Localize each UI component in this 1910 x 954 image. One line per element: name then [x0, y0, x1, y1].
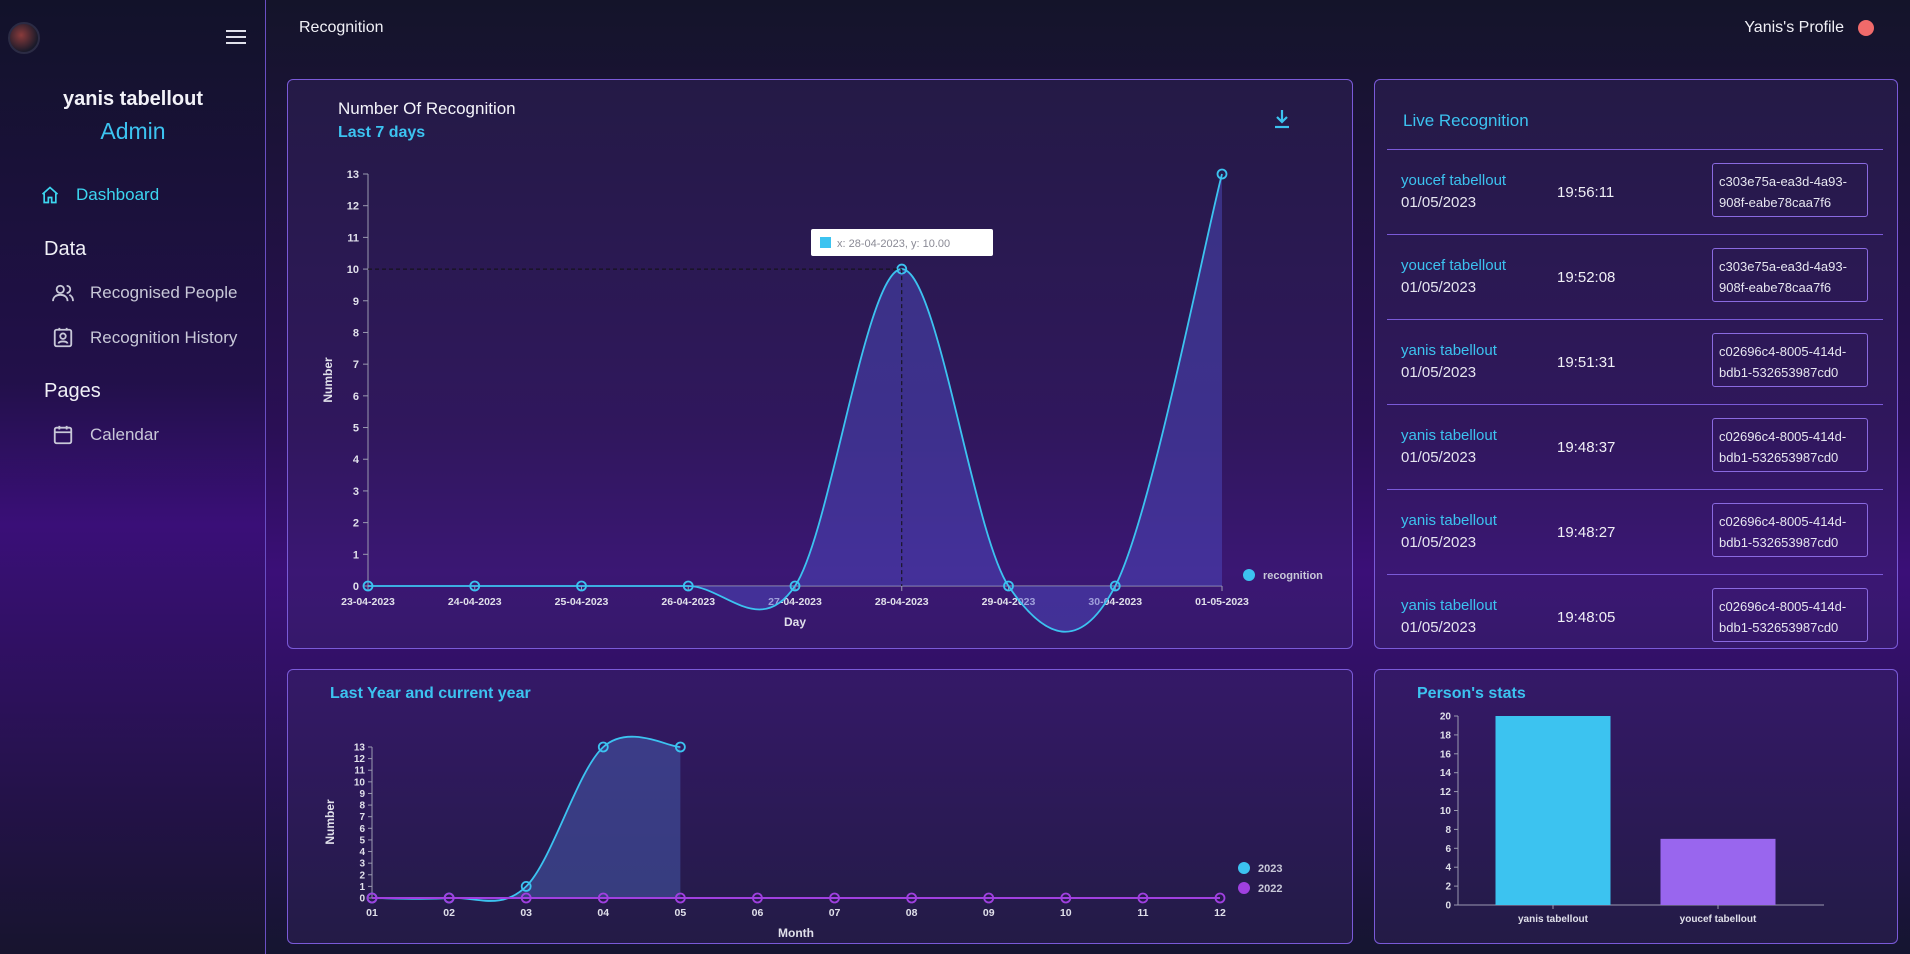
section-pages: Pages — [44, 380, 101, 402]
recognition-id-line: c02696c4-8005-414d- — [1719, 599, 1847, 614]
recognition-id-line: bdb1-532653987cd0 — [1719, 620, 1839, 635]
sidebar-item-calendar[interactable]: Calendar — [52, 424, 159, 446]
user-name: yanis tabellout — [62, 88, 204, 110]
home-icon — [41, 186, 59, 204]
recognition-date: 01/05/2023 — [1401, 534, 1477, 551]
recognition-id-line: c02696c4-8005-414d- — [1719, 344, 1847, 359]
sidebar-item-label: Dashboard — [76, 185, 160, 204]
person-stats-panel: Person's stats — [1374, 669, 1898, 944]
sidebar: yanis tabellout Admin Dashboard Data Rec… — [0, 0, 266, 954]
calendar-icon — [53, 425, 73, 445]
sidebar-item-recognised-people[interactable]: Recognised People — [52, 283, 237, 303]
recognition-time: 19:56:11 — [1557, 184, 1615, 201]
recognition-id-line: 908f-eabe78caa7f6 — [1719, 195, 1832, 210]
panel-title: Person's stats — [1417, 685, 1526, 702]
sidebar-item-label: Recognition History — [90, 328, 238, 347]
recognition-time: 19:52:08 — [1557, 269, 1616, 286]
recognition-id-line: 908f-eabe78caa7f6 — [1719, 280, 1832, 295]
year-chart-panel: Last Year and current year — [287, 669, 1353, 944]
list-item: youcef tabellout 01/05/2023 19:56:11 c303e7… — [1387, 149, 1883, 234]
list-item: yanis tabellout 01/05/2023 19:48:27 c02696c… — [1387, 489, 1883, 574]
list-item: yanis tabellout 01/05/2023 19:48:05 c02696c… — [1387, 574, 1883, 648]
recognition-id-line: c02696c4-8005-414d- — [1719, 514, 1847, 529]
recognition-id-line: bdb1-532653987cd0 — [1719, 450, 1839, 465]
live-recognition-panel: Live Recognition youcef tabellout 01/05/2… — [1374, 79, 1898, 649]
panel-subtitle: Last 7 days — [338, 124, 426, 141]
user-role: Admin — [100, 118, 166, 144]
recognition-id[interactable]: c02696c4-8005-414d-bdb1-532653987cd0 — [1712, 418, 1868, 472]
people-icon — [52, 284, 74, 302]
recognition-chart-panel: Number Of Recognition Last 7 days — [287, 79, 1353, 649]
menu-icon[interactable] — [226, 30, 246, 46]
recognition-id[interactable]: c303e75a-ea3d-4a93- 908f-eabe78caa7f6 — [1712, 163, 1868, 217]
recognition-time: 19:48:27 — [1557, 524, 1616, 541]
recognised-name: yanis tabellout — [1401, 342, 1497, 359]
sidebar-item-dashboard[interactable]: Dashboard — [40, 185, 159, 205]
list-item: youcef tabellout 01/05/2023 19:52:08 c303e7… — [1387, 234, 1883, 319]
recognition-time: 19:51:31 — [1557, 354, 1616, 371]
sidebar-item-label: Recognised People — [90, 283, 238, 302]
recognition-id-line: c02696c4-8005-414d- — [1719, 429, 1847, 444]
download-icon[interactable] — [1272, 108, 1292, 130]
live-recognition-title: Live Recognition — [1403, 111, 1529, 130]
recognition-id-line: c303e75a-ea3d-4a93- — [1719, 259, 1847, 274]
recognition-id[interactable]: c02696c4-8005-414d-bdb1-532653987cd0 — [1712, 503, 1868, 557]
sidebar-item-recognition-history[interactable]: Recognition History — [52, 327, 237, 349]
panel-title: Last Year and current year — [330, 685, 531, 702]
avatar[interactable] — [8, 22, 40, 54]
recognition-date: 01/05/2023 — [1401, 364, 1477, 381]
recognition-date: 01/05/2023 — [1401, 194, 1477, 211]
recognition-date: 01/05/2023 — [1401, 449, 1477, 466]
panel-title: Number Of Recognition — [338, 99, 516, 118]
recognition-id[interactable]: c02696c4-8005-414d-bdb1-532653987cd0 — [1712, 588, 1868, 642]
status-dot-icon — [1858, 20, 1874, 36]
sidebar-item-label: Calendar — [90, 425, 159, 444]
contact-card-icon — [53, 327, 73, 348]
recognition-id-line: c303e75a-ea3d-4a93- — [1719, 174, 1847, 189]
recognition-date: 01/05/2023 — [1401, 619, 1477, 636]
recognised-name: yanis tabellout — [1401, 597, 1497, 614]
recognition-date: 01/05/2023 — [1401, 279, 1477, 296]
recognised-name: yanis tabellout — [1401, 512, 1497, 529]
list-item: yanis tabellout 01/05/2023 19:48:37 c02696c… — [1387, 404, 1883, 489]
list-item: yanis tabellout 01/05/2023 19:51:31 c02696c… — [1387, 319, 1883, 404]
recognition-id[interactable]: c303e75a-ea3d-4a93- 908f-eabe78caa7f6 — [1712, 248, 1868, 302]
recognised-name: yanis tabellout — [1401, 427, 1497, 444]
recognition-time: 19:48:37 — [1557, 439, 1616, 456]
recognition-id[interactable]: c02696c4-8005-414d-bdb1-532653987cd0 — [1712, 333, 1868, 387]
recognised-name: youcef tabellout — [1401, 172, 1507, 189]
profile-button[interactable]: Yanis's Profile — [1744, 19, 1874, 37]
section-data: Data — [44, 238, 87, 260]
page-title: Recognition — [299, 19, 384, 36]
recognised-name: youcef tabellout — [1401, 257, 1507, 274]
recognition-id-line: bdb1-532653987cd0 — [1719, 535, 1839, 550]
recognition-time: 19:48:05 — [1557, 609, 1616, 626]
recognition-id-line: bdb1-532653987cd0 — [1719, 365, 1839, 380]
profile-label: Yanis's Profile — [1744, 19, 1844, 36]
